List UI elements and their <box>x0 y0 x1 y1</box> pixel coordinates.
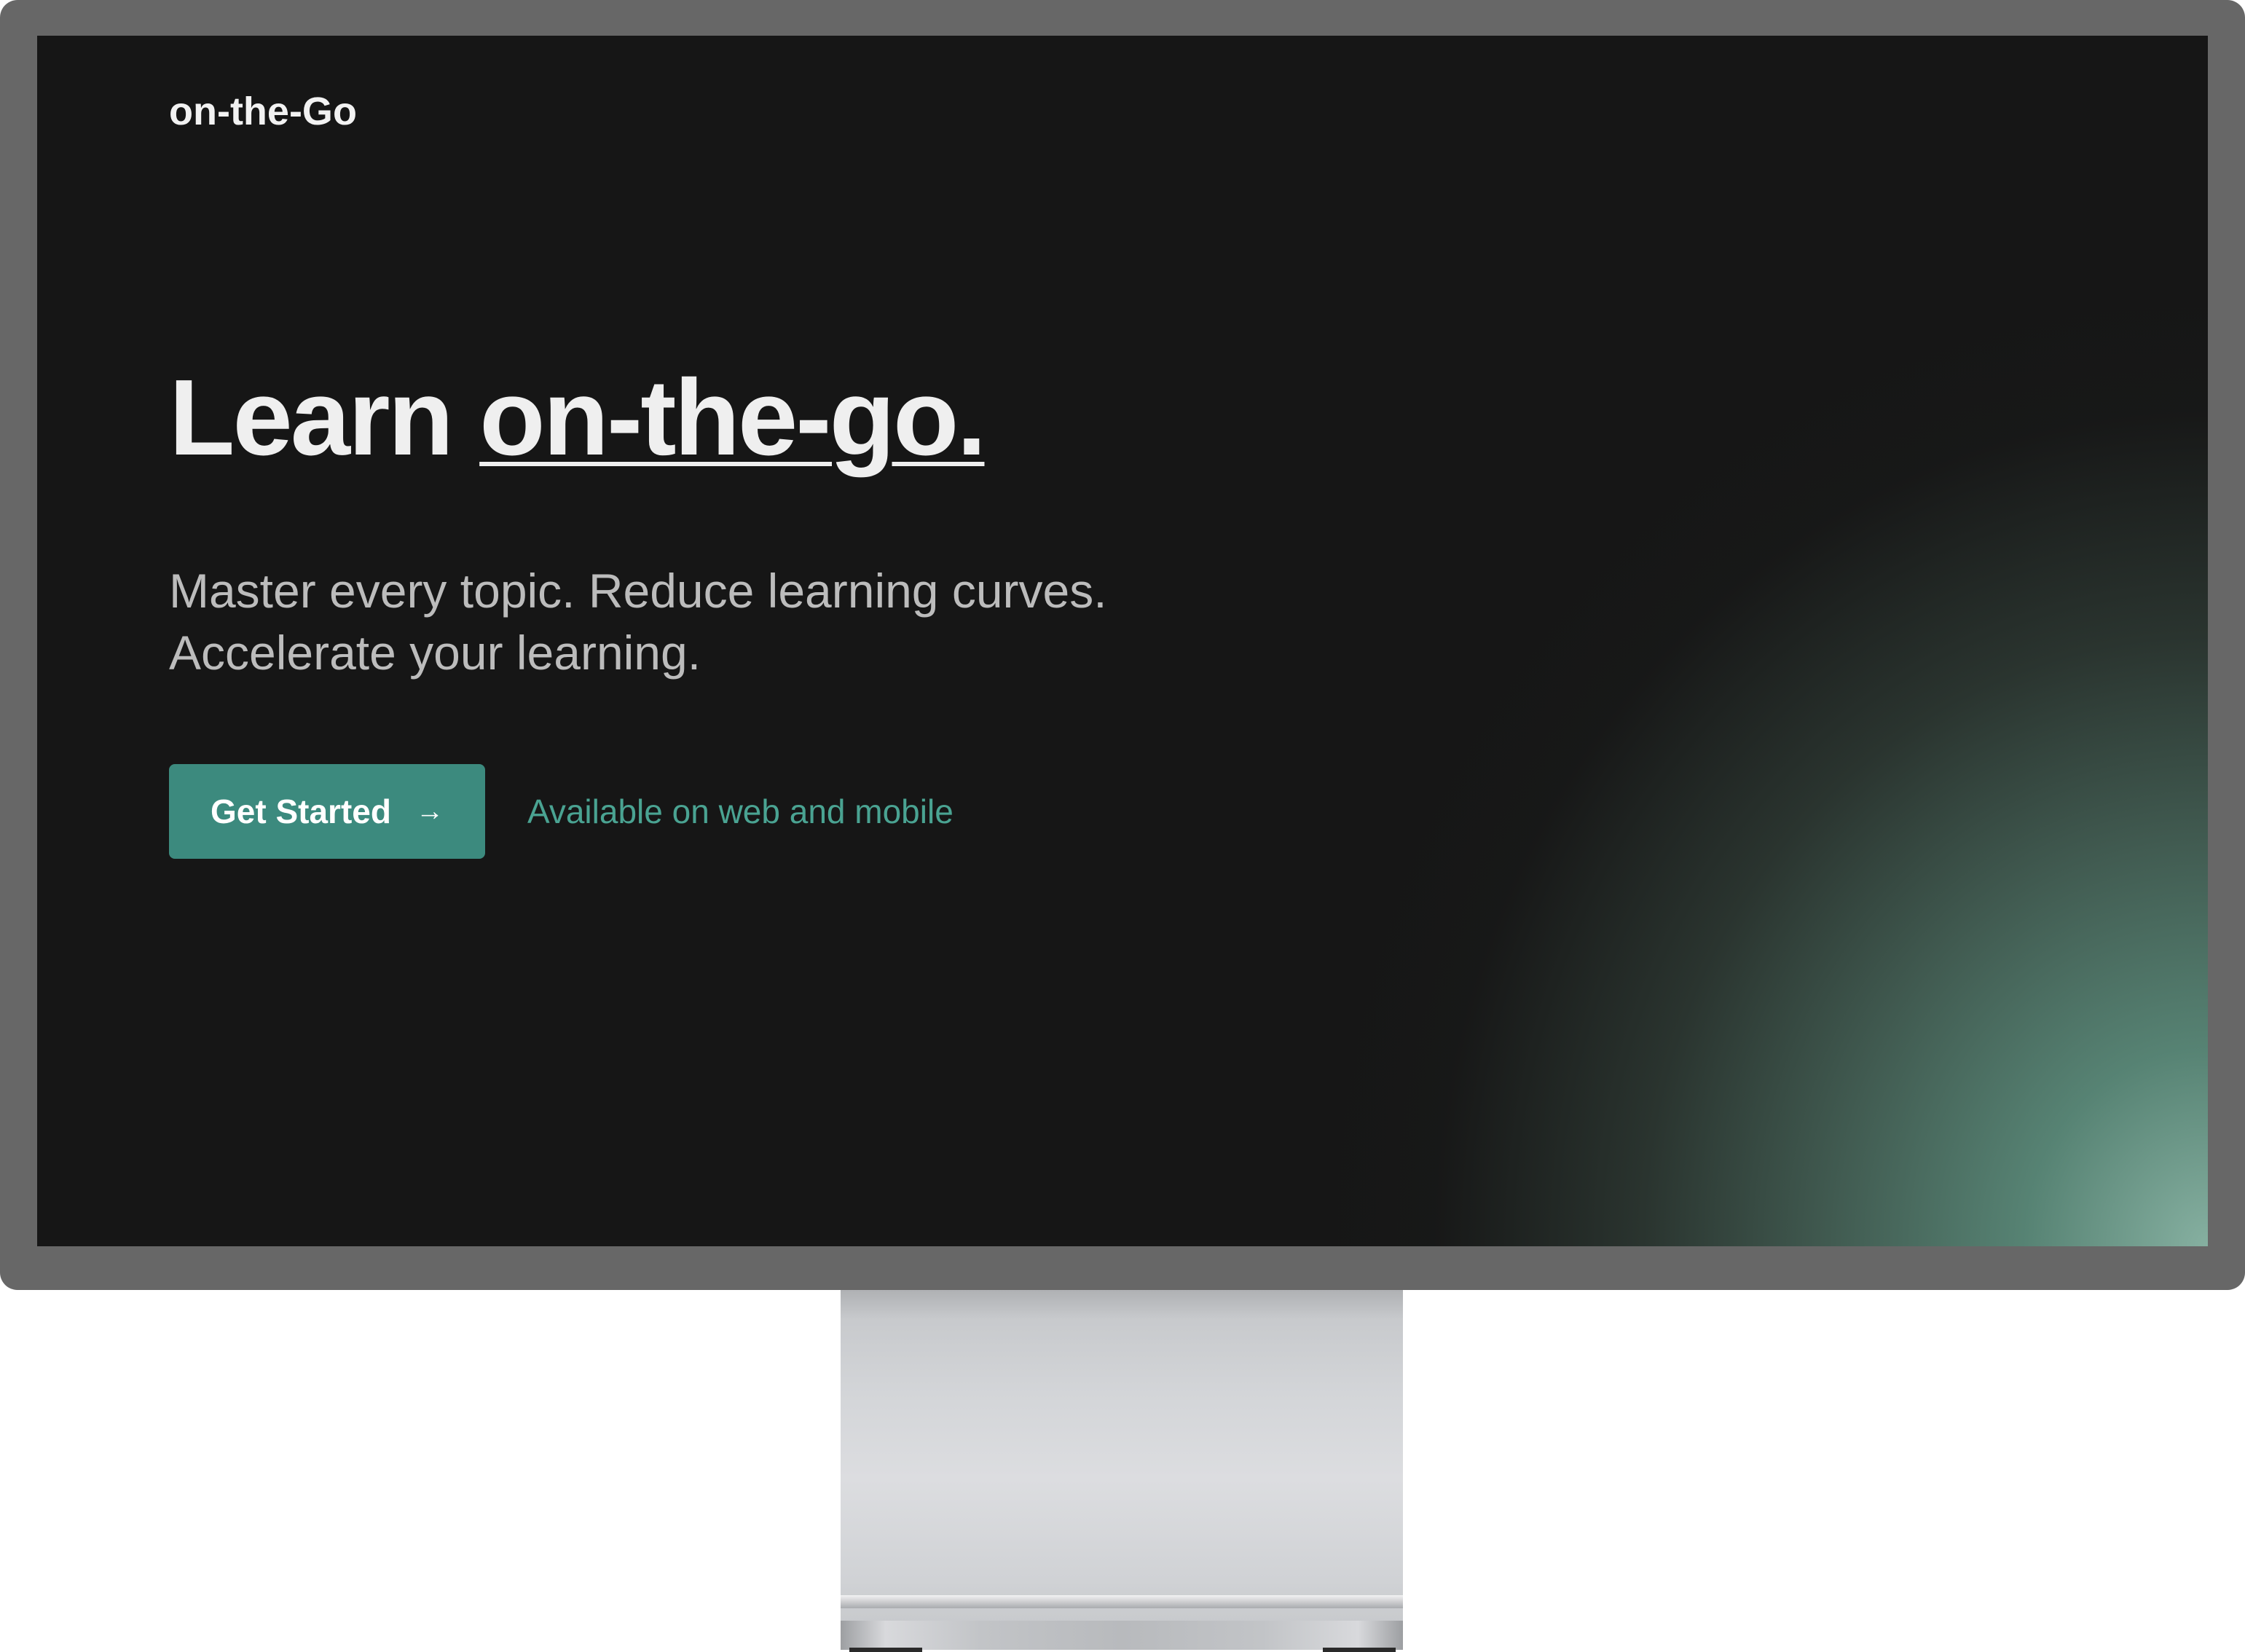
subheadline-line-1: Master every topic. Reduce learning curv… <box>169 564 1107 618</box>
brand-logo[interactable]: on-the-Go <box>169 88 357 135</box>
hero-subheadline: Master every topic. Reduce learning curv… <box>169 560 1334 684</box>
headline-prefix: Learn <box>169 358 454 478</box>
screen: on-the-Go Learn on-the-go. Master every … <box>37 36 2208 1246</box>
get-started-label: Get Started <box>211 792 391 830</box>
monitor-stand-foot-left <box>849 1648 922 1652</box>
subheadline-line-2: Accelerate your learning. <box>169 626 701 680</box>
monitor-bezel: on-the-Go Learn on-the-go. Master every … <box>0 0 2245 1290</box>
monitor-stand <box>841 1290 1403 1632</box>
monitor-stand-foot-right <box>1323 1648 1396 1652</box>
monitor-stand-lip <box>841 1595 1403 1608</box>
arrow-right-icon: → <box>415 796 444 827</box>
monitor-stand-base <box>841 1621 1403 1650</box>
cta-row: Get Started → Available on web and mobil… <box>169 764 954 859</box>
monitor-stand-shadow <box>841 1290 1403 1319</box>
get-started-button[interactable]: Get Started → <box>169 764 485 859</box>
availability-text: Available on web and mobile <box>527 792 954 830</box>
headline-accent: on-the-go. <box>479 358 986 478</box>
hero-headline: Learn on-the-go. <box>169 356 986 480</box>
